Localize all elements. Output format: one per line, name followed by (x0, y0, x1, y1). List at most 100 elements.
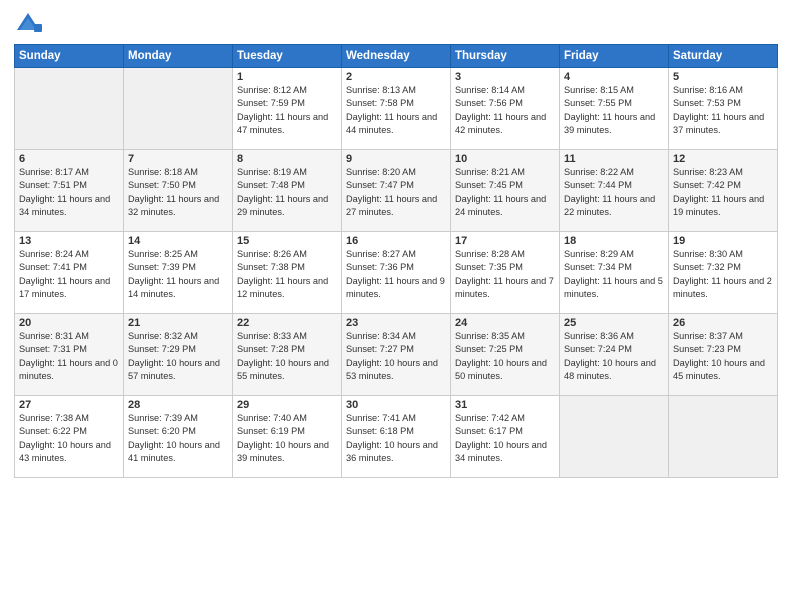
day-number: 29 (237, 399, 337, 411)
day-info: Sunrise: 8:33 AM Sunset: 7:28 PM Dayligh… (237, 330, 337, 383)
calendar-week-row: 1Sunrise: 8:12 AM Sunset: 7:59 PM Daylig… (15, 68, 778, 150)
day-info: Sunrise: 8:13 AM Sunset: 7:58 PM Dayligh… (346, 84, 446, 137)
weekday-header: Thursday (451, 45, 560, 68)
calendar-cell: 29Sunrise: 7:40 AM Sunset: 6:19 PM Dayli… (233, 396, 342, 478)
calendar-cell: 20Sunrise: 8:31 AM Sunset: 7:31 PM Dayli… (15, 314, 124, 396)
day-number: 14 (128, 235, 228, 247)
day-number: 16 (346, 235, 446, 247)
calendar-cell: 24Sunrise: 8:35 AM Sunset: 7:25 PM Dayli… (451, 314, 560, 396)
calendar-cell (560, 396, 669, 478)
day-number: 22 (237, 317, 337, 329)
day-number: 2 (346, 71, 446, 83)
day-number: 23 (346, 317, 446, 329)
weekday-header: Monday (124, 45, 233, 68)
day-number: 20 (19, 317, 119, 329)
day-number: 4 (564, 71, 664, 83)
day-number: 1 (237, 71, 337, 83)
calendar-cell (669, 396, 778, 478)
day-info: Sunrise: 8:18 AM Sunset: 7:50 PM Dayligh… (128, 166, 228, 219)
day-info: Sunrise: 8:37 AM Sunset: 7:23 PM Dayligh… (673, 330, 773, 383)
day-number: 31 (455, 399, 555, 411)
calendar-cell (124, 68, 233, 150)
weekday-header: Saturday (669, 45, 778, 68)
weekday-header: Friday (560, 45, 669, 68)
day-number: 17 (455, 235, 555, 247)
day-number: 19 (673, 235, 773, 247)
day-info: Sunrise: 7:42 AM Sunset: 6:17 PM Dayligh… (455, 412, 555, 465)
calendar-week-row: 13Sunrise: 8:24 AM Sunset: 7:41 PM Dayli… (15, 232, 778, 314)
calendar-cell: 3Sunrise: 8:14 AM Sunset: 7:56 PM Daylig… (451, 68, 560, 150)
weekday-row: SundayMondayTuesdayWednesdayThursdayFrid… (15, 45, 778, 68)
day-info: Sunrise: 8:31 AM Sunset: 7:31 PM Dayligh… (19, 330, 119, 383)
calendar-cell: 30Sunrise: 7:41 AM Sunset: 6:18 PM Dayli… (342, 396, 451, 478)
day-number: 9 (346, 153, 446, 165)
calendar-cell: 31Sunrise: 7:42 AM Sunset: 6:17 PM Dayli… (451, 396, 560, 478)
day-info: Sunrise: 8:14 AM Sunset: 7:56 PM Dayligh… (455, 84, 555, 137)
day-info: Sunrise: 8:32 AM Sunset: 7:29 PM Dayligh… (128, 330, 228, 383)
calendar-cell: 6Sunrise: 8:17 AM Sunset: 7:51 PM Daylig… (15, 150, 124, 232)
day-number: 26 (673, 317, 773, 329)
calendar-cell: 2Sunrise: 8:13 AM Sunset: 7:58 PM Daylig… (342, 68, 451, 150)
calendar-cell: 25Sunrise: 8:36 AM Sunset: 7:24 PM Dayli… (560, 314, 669, 396)
day-number: 25 (564, 317, 664, 329)
day-info: Sunrise: 7:39 AM Sunset: 6:20 PM Dayligh… (128, 412, 228, 465)
day-info: Sunrise: 8:34 AM Sunset: 7:27 PM Dayligh… (346, 330, 446, 383)
calendar-cell: 1Sunrise: 8:12 AM Sunset: 7:59 PM Daylig… (233, 68, 342, 150)
calendar-cell: 11Sunrise: 8:22 AM Sunset: 7:44 PM Dayli… (560, 150, 669, 232)
calendar-cell: 28Sunrise: 7:39 AM Sunset: 6:20 PM Dayli… (124, 396, 233, 478)
calendar-cell: 5Sunrise: 8:16 AM Sunset: 7:53 PM Daylig… (669, 68, 778, 150)
calendar-cell: 17Sunrise: 8:28 AM Sunset: 7:35 PM Dayli… (451, 232, 560, 314)
calendar-cell: 22Sunrise: 8:33 AM Sunset: 7:28 PM Dayli… (233, 314, 342, 396)
calendar-cell: 12Sunrise: 8:23 AM Sunset: 7:42 PM Dayli… (669, 150, 778, 232)
day-info: Sunrise: 8:28 AM Sunset: 7:35 PM Dayligh… (455, 248, 555, 301)
day-number: 24 (455, 317, 555, 329)
header (14, 10, 778, 38)
day-number: 11 (564, 153, 664, 165)
day-number: 28 (128, 399, 228, 411)
day-info: Sunrise: 8:20 AM Sunset: 7:47 PM Dayligh… (346, 166, 446, 219)
calendar-cell: 8Sunrise: 8:19 AM Sunset: 7:48 PM Daylig… (233, 150, 342, 232)
day-info: Sunrise: 8:16 AM Sunset: 7:53 PM Dayligh… (673, 84, 773, 137)
day-info: Sunrise: 8:30 AM Sunset: 7:32 PM Dayligh… (673, 248, 773, 301)
calendar-table: SundayMondayTuesdayWednesdayThursdayFrid… (14, 44, 778, 478)
day-number: 27 (19, 399, 119, 411)
day-number: 6 (19, 153, 119, 165)
day-info: Sunrise: 8:17 AM Sunset: 7:51 PM Dayligh… (19, 166, 119, 219)
calendar-week-row: 20Sunrise: 8:31 AM Sunset: 7:31 PM Dayli… (15, 314, 778, 396)
weekday-header: Wednesday (342, 45, 451, 68)
calendar-cell: 19Sunrise: 8:30 AM Sunset: 7:32 PM Dayli… (669, 232, 778, 314)
page: SundayMondayTuesdayWednesdayThursdayFrid… (0, 0, 792, 612)
day-number: 12 (673, 153, 773, 165)
calendar-cell: 18Sunrise: 8:29 AM Sunset: 7:34 PM Dayli… (560, 232, 669, 314)
day-info: Sunrise: 7:40 AM Sunset: 6:19 PM Dayligh… (237, 412, 337, 465)
calendar-header: SundayMondayTuesdayWednesdayThursdayFrid… (15, 45, 778, 68)
day-info: Sunrise: 8:22 AM Sunset: 7:44 PM Dayligh… (564, 166, 664, 219)
day-number: 8 (237, 153, 337, 165)
day-info: Sunrise: 8:26 AM Sunset: 7:38 PM Dayligh… (237, 248, 337, 301)
day-number: 18 (564, 235, 664, 247)
day-number: 13 (19, 235, 119, 247)
day-info: Sunrise: 8:12 AM Sunset: 7:59 PM Dayligh… (237, 84, 337, 137)
calendar-cell: 10Sunrise: 8:21 AM Sunset: 7:45 PM Dayli… (451, 150, 560, 232)
day-number: 5 (673, 71, 773, 83)
weekday-header: Sunday (15, 45, 124, 68)
day-number: 10 (455, 153, 555, 165)
day-info: Sunrise: 7:41 AM Sunset: 6:18 PM Dayligh… (346, 412, 446, 465)
day-info: Sunrise: 8:15 AM Sunset: 7:55 PM Dayligh… (564, 84, 664, 137)
day-info: Sunrise: 8:25 AM Sunset: 7:39 PM Dayligh… (128, 248, 228, 301)
day-info: Sunrise: 8:24 AM Sunset: 7:41 PM Dayligh… (19, 248, 119, 301)
day-info: Sunrise: 8:29 AM Sunset: 7:34 PM Dayligh… (564, 248, 664, 301)
calendar-cell: 21Sunrise: 8:32 AM Sunset: 7:29 PM Dayli… (124, 314, 233, 396)
calendar-week-row: 6Sunrise: 8:17 AM Sunset: 7:51 PM Daylig… (15, 150, 778, 232)
day-info: Sunrise: 8:36 AM Sunset: 7:24 PM Dayligh… (564, 330, 664, 383)
day-number: 15 (237, 235, 337, 247)
day-info: Sunrise: 8:19 AM Sunset: 7:48 PM Dayligh… (237, 166, 337, 219)
calendar-cell: 27Sunrise: 7:38 AM Sunset: 6:22 PM Dayli… (15, 396, 124, 478)
day-info: Sunrise: 8:35 AM Sunset: 7:25 PM Dayligh… (455, 330, 555, 383)
day-number: 7 (128, 153, 228, 165)
day-info: Sunrise: 7:38 AM Sunset: 6:22 PM Dayligh… (19, 412, 119, 465)
day-info: Sunrise: 8:23 AM Sunset: 7:42 PM Dayligh… (673, 166, 773, 219)
calendar-week-row: 27Sunrise: 7:38 AM Sunset: 6:22 PM Dayli… (15, 396, 778, 478)
logo (14, 10, 46, 38)
calendar-cell (15, 68, 124, 150)
